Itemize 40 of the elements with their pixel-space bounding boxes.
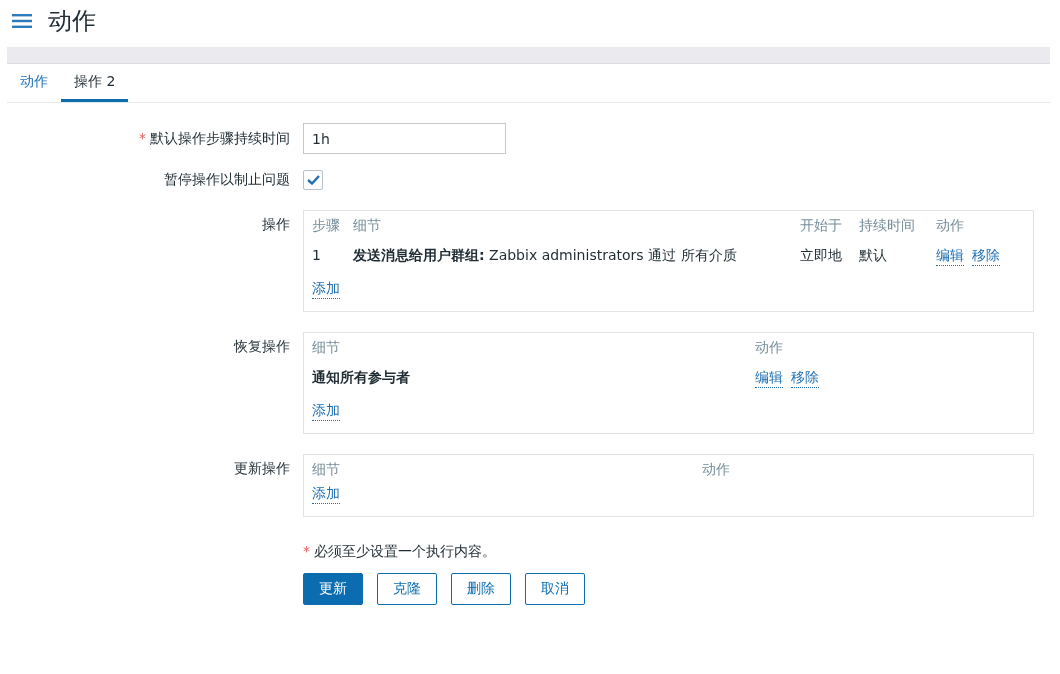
action-link[interactable]: 移除 <box>972 247 1000 266</box>
action-link[interactable]: 编辑 <box>755 369 783 388</box>
column-header: 步骤 <box>312 217 341 235</box>
field-label: 操作 <box>262 216 290 232</box>
table-cell-text: 发送消息给用户群组: Zabbix administrators 通过 所有介质 <box>353 247 738 265</box>
tab[interactable]: 操作 2 <box>61 73 129 102</box>
table-cell-text: 通知所有参与者 <box>312 369 411 387</box>
table-cell-text: 1 <box>312 247 322 265</box>
column-header: 动作 <box>702 461 731 479</box>
required-mark: * <box>303 543 310 559</box>
form-button[interactable]: 更新 <box>303 573 363 605</box>
column-header: 细节 <box>353 217 382 235</box>
table-cell-text: 立即地 <box>800 247 843 265</box>
column-header: 细节 <box>312 461 341 479</box>
menu-icon[interactable] <box>12 14 32 28</box>
form-button[interactable]: 删除 <box>451 573 511 605</box>
action-link[interactable]: 移除 <box>791 369 819 388</box>
field-label: 更新操作 <box>234 460 290 476</box>
pause-checkbox[interactable] <box>303 170 323 190</box>
column-header: 动作 <box>755 339 784 357</box>
field-label: 恢复操作 <box>234 338 290 354</box>
form-button[interactable]: 取消 <box>525 573 585 605</box>
add-link[interactable]: 添加 <box>312 402 340 421</box>
column-header: 开始于 <box>800 217 843 235</box>
form-button[interactable]: 克隆 <box>377 573 437 605</box>
column-header: 动作 <box>936 217 965 235</box>
column-header: 细节 <box>312 339 341 357</box>
add-link[interactable]: 添加 <box>312 485 340 504</box>
check-icon <box>306 175 320 185</box>
field-label: 默认操作步骤持续时间 <box>150 130 290 146</box>
field-label: 暂停操作以制止问题 <box>164 171 290 187</box>
required-mark: * <box>139 130 146 146</box>
page-title: 动作 <box>48 6 96 37</box>
add-link[interactable]: 添加 <box>312 280 340 299</box>
column-header: 持续时间 <box>859 217 916 235</box>
footnote-text: 必须至少设置一个执行内容。 <box>314 543 496 559</box>
table-cell-text: 默认 <box>859 247 888 265</box>
duration-input[interactable]: 1h <box>303 123 506 154</box>
tab[interactable]: 动作 <box>7 73 61 102</box>
action-link[interactable]: 编辑 <box>936 247 964 266</box>
